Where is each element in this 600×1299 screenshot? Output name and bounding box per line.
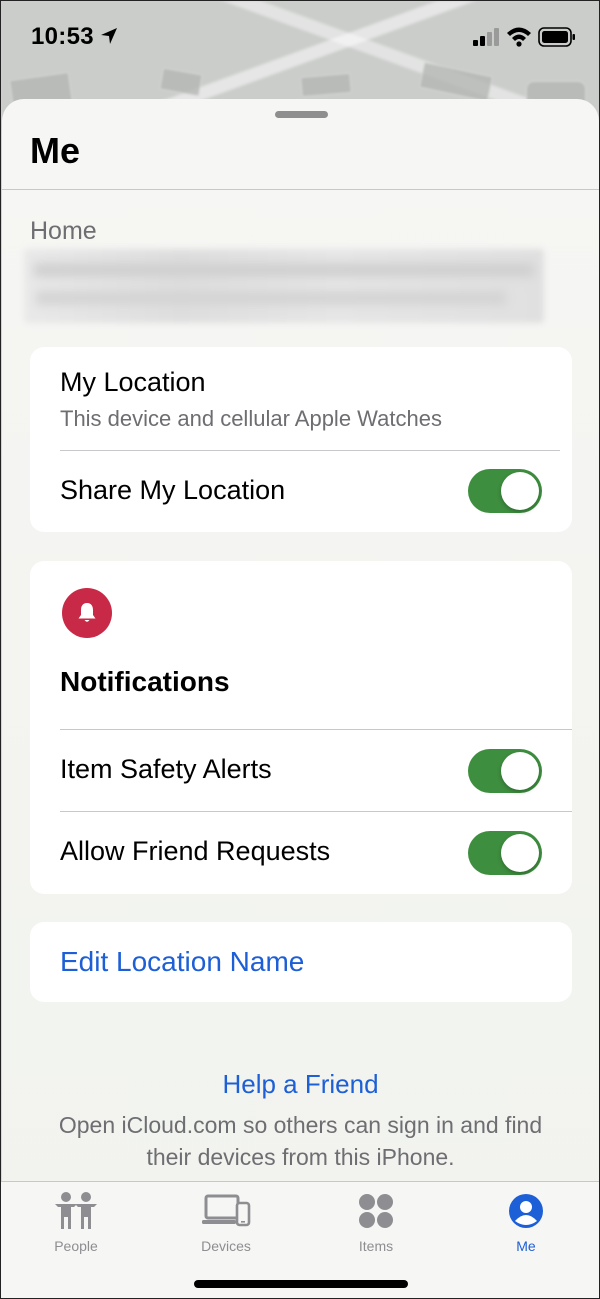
status-bar: 10:53	[1, 1, 599, 71]
allow-friend-requests-toggle[interactable]	[468, 831, 542, 875]
items-icon	[359, 1194, 393, 1228]
page-title: Me	[30, 130, 81, 171]
share-my-location-toggle[interactable]	[468, 469, 542, 513]
sheet-grabber[interactable]	[275, 111, 328, 118]
tab-me-label: Me	[516, 1238, 536, 1254]
tab-people-label: People	[54, 1238, 98, 1254]
my-location-subtitle: This device and cellular Apple Watches	[60, 406, 442, 431]
me-sheet: Me Home My Location This device and cell…	[2, 99, 599, 1298]
title-divider	[2, 189, 599, 190]
item-safety-alerts-label: Item Safety Alerts	[60, 754, 272, 784]
edit-location-name-button[interactable]: Edit Location Name	[60, 946, 304, 978]
toggle-knob	[501, 752, 539, 790]
redacted-address	[24, 249, 544, 323]
status-time: 10:53	[31, 23, 94, 50]
location-arrow-icon	[101, 28, 117, 44]
tab-me[interactable]: Me	[476, 1188, 576, 1254]
me-icon	[509, 1194, 543, 1228]
my-location-card: My Location This device and cellular App…	[30, 347, 572, 532]
allow-friend-requests-label: Allow Friend Requests	[60, 836, 331, 866]
help-a-friend-link[interactable]: Help a Friend	[2, 1069, 599, 1100]
battery-icon	[538, 27, 575, 47]
home-label: Home	[30, 217, 97, 245]
share-my-location-label: Share My Location	[60, 475, 286, 505]
toggle-knob	[501, 834, 539, 872]
tab-people[interactable]: People	[26, 1188, 126, 1254]
tab-devices[interactable]: Devices	[176, 1188, 276, 1254]
bell-icon	[78, 603, 96, 622]
bell-icon-badge	[62, 588, 112, 638]
home-indicator[interactable]	[194, 1280, 408, 1288]
toggle-knob	[501, 472, 539, 510]
edit-location-card[interactable]: Edit Location Name	[30, 922, 572, 1002]
divider	[60, 811, 572, 812]
tab-items[interactable]: Items	[326, 1188, 426, 1254]
notifications-title: Notifications	[60, 666, 230, 697]
help-a-friend-description: Open iCloud.com so others can sign in an…	[58, 1112, 543, 1170]
screen: 10:53 Me Home My Location This device an…	[0, 0, 600, 1299]
tab-items-label: Items	[358, 1238, 394, 1254]
my-location-title: My Location	[60, 367, 206, 397]
devices-icon	[202, 1194, 251, 1227]
divider	[60, 729, 572, 730]
item-safety-alerts-toggle[interactable]	[468, 749, 542, 793]
people-icon	[55, 1192, 97, 1229]
tab-devices-label: Devices	[201, 1238, 251, 1254]
divider	[60, 450, 560, 451]
notifications-card: Notifications Item Safety Alerts Allow F…	[30, 561, 572, 894]
wifi-icon	[507, 27, 531, 47]
cellular-signal-icon	[473, 28, 499, 46]
